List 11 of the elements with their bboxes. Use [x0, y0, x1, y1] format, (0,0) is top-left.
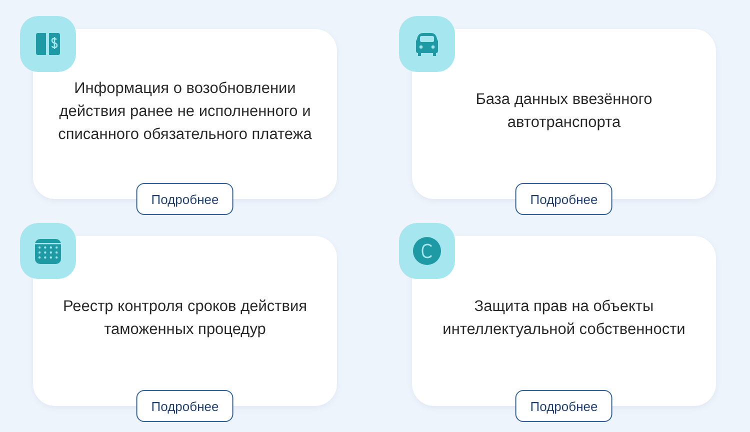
details-button[interactable]: Подробнее: [515, 390, 613, 422]
details-button[interactable]: Подробнее: [515, 183, 613, 215]
card-title: База данных ввезённого автотранспорта: [476, 90, 652, 133]
calendar-icon: [34, 237, 62, 265]
card-title: Защита прав на объекты интеллектуальной собственности: [442, 297, 686, 340]
card-title: Информация о возобновлении действия ранее не исполненного и списанного обязательного платежа: [58, 78, 312, 144]
details-button[interactable]: Подробнее: [136, 390, 234, 422]
details-button[interactable]: Подробнее: [136, 183, 234, 215]
book-dollar-icon: [34, 30, 62, 58]
card-title: Реестр контроля сроков действия таможенных процедур: [62, 297, 308, 340]
copyright-icon: [412, 236, 442, 266]
